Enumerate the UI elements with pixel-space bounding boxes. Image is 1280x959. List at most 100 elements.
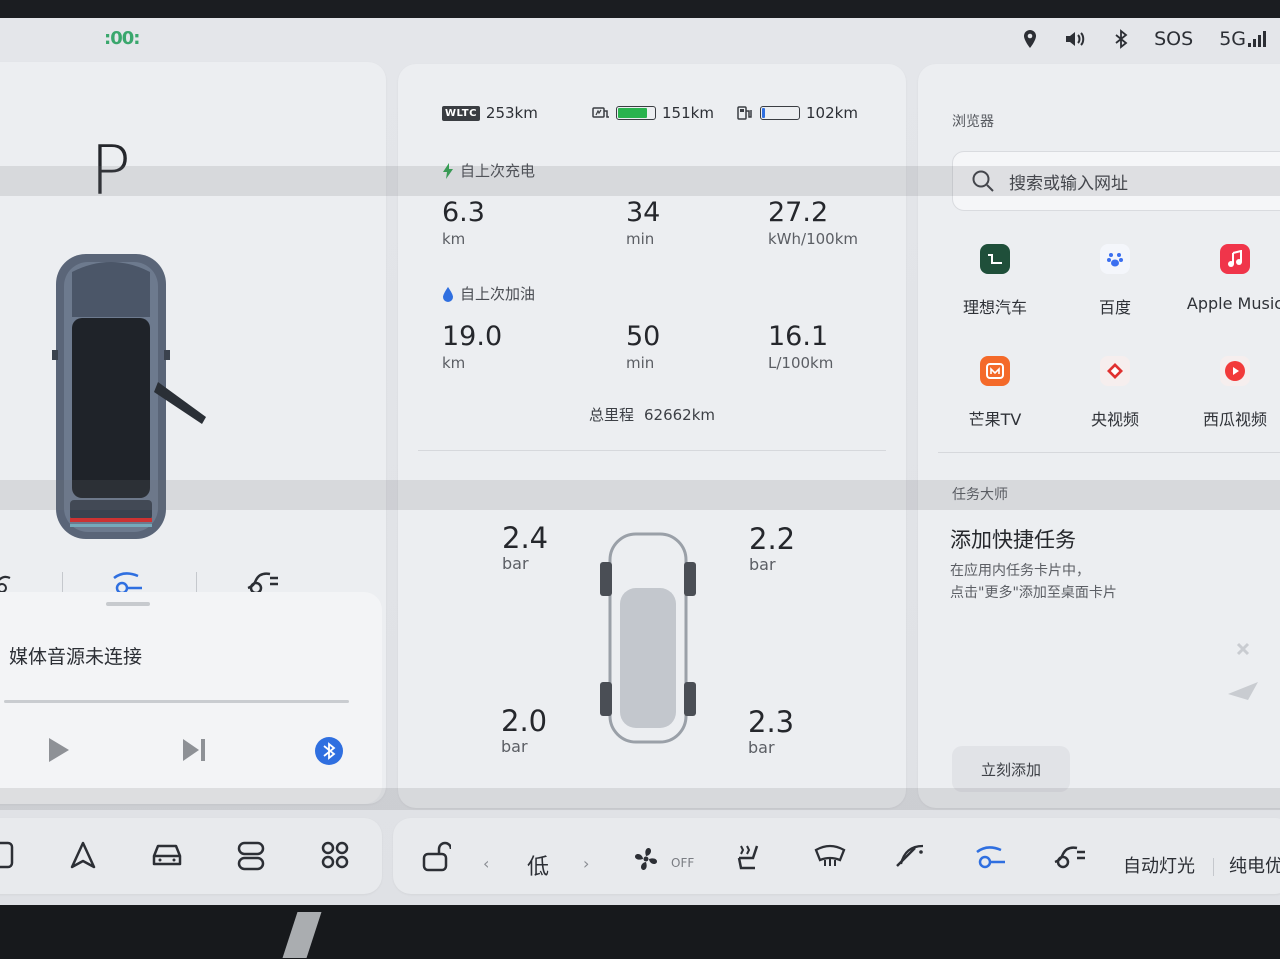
odometer-value: 62662km — [644, 406, 716, 424]
signal-icon — [1248, 31, 1266, 47]
tyre-rear-left-unit: bar — [501, 737, 528, 756]
li-auto-icon — [980, 244, 1010, 274]
refuel-distance-value: 19.0 — [442, 321, 503, 352]
defrost-front-icon[interactable] — [813, 840, 847, 874]
charge-consumption: 27.2 kWh/100km — [768, 197, 858, 249]
app-label: 百度 — [1098, 298, 1131, 317]
lightning-icon — [443, 162, 453, 179]
unlock-icon[interactable] — [421, 840, 453, 876]
drag-handle[interactable] — [106, 602, 150, 606]
vehicle-top-view — [46, 242, 226, 556]
volume-icon[interactable] — [1064, 30, 1088, 48]
refuel-time-value: 50 — [626, 321, 661, 352]
seat-heat-icon[interactable] — [733, 840, 765, 876]
fan-increase-icon[interactable]: › — [583, 854, 589, 873]
navigation-icon[interactable] — [68, 840, 98, 874]
app-baidu[interactable]: 百度 — [1060, 244, 1170, 318]
app-label: 西瓜视频 — [1202, 410, 1267, 429]
charge-time-value: 34 — [626, 197, 661, 228]
tyre-rear-right-unit: bar — [748, 738, 775, 757]
wiper-icon[interactable] — [893, 840, 925, 874]
fan-icon[interactable] — [631, 844, 665, 878]
baidu-icon — [1100, 244, 1130, 274]
app-label: Apple Music — [1186, 294, 1280, 313]
media-progress-bar[interactable] — [4, 700, 349, 703]
refuel-distance: 19.0 km — [442, 321, 503, 373]
search-input[interactable]: 搜索或输入网址 — [1009, 169, 1128, 194]
play-icon[interactable] — [46, 736, 72, 768]
refuel-distance-unit: km — [442, 354, 466, 372]
search-icon — [971, 169, 995, 197]
fan-level: 低 — [527, 855, 550, 880]
task-heading: 添加快捷任务 — [950, 528, 1076, 552]
location-pin-icon[interactable] — [1022, 29, 1038, 49]
screen-bezel — [0, 905, 1280, 959]
tyre-rear-left-value: 2.0 — [501, 704, 548, 738]
auto-light-button[interactable]: 自动灯光 — [1123, 852, 1195, 878]
ev-priority-button[interactable]: 纯电优 — [1229, 852, 1280, 878]
gear-indicator: P — [90, 132, 132, 211]
media-status: 媒体音源未连接 — [9, 646, 143, 668]
tyre-rear-right-value: 2.3 — [748, 705, 795, 739]
energy-card: WLTC 253km 151km 102km 自上次充电 6.3 km 34 m… — [398, 64, 906, 808]
fan-decrease-icon[interactable]: ‹ — [483, 854, 489, 873]
task-desc-line: 在应用内任务卡片中， — [950, 563, 1090, 579]
tyre-front-left: 2.4 bar — [502, 522, 548, 573]
switch-icon[interactable] — [236, 840, 266, 876]
app-cctv-video[interactable]: 央视频 — [1060, 356, 1170, 430]
charge-distance: 6.3 km — [442, 198, 485, 249]
search-bar[interactable]: 搜索或输入网址 — [952, 151, 1280, 211]
battery-fill — [618, 108, 647, 118]
fuel-range: 102km — [736, 104, 858, 122]
range-row: WLTC 253km 151km 102km — [442, 104, 882, 130]
task-master-title: 任务大师 — [952, 487, 1008, 503]
energy-mode-icon[interactable]: :00: — [104, 28, 140, 49]
add-now-button[interactable]: 立刻添加 — [952, 746, 1070, 792]
ride-mode-dock-icon[interactable] — [973, 840, 1009, 876]
next-track-icon[interactable] — [180, 736, 208, 768]
bluetooth-source-icon[interactable] — [314, 736, 344, 770]
charge-consumption-value: 27.2 — [768, 197, 829, 228]
network-label: 5G — [1219, 28, 1246, 50]
dock-left — [0, 818, 382, 894]
refuel-time-unit: min — [626, 354, 655, 372]
car-icon[interactable] — [150, 840, 184, 874]
wltc-range: WLTC 253km — [442, 104, 538, 122]
app-mango-tv[interactable]: 芒果TV — [940, 356, 1050, 430]
car-screen: :00: SOS 5G P 媒体音源未连接 WLTC 253km 151km 1… — [0, 18, 1280, 908]
fuel-fill — [762, 108, 766, 118]
wltc-badge: WLTC — [442, 105, 480, 121]
dock-divider — [1213, 858, 1214, 876]
bluetooth-icon[interactable] — [1114, 29, 1128, 49]
sos-button[interactable]: SOS — [1154, 28, 1193, 50]
since-charge-label: 自上次充电 — [460, 162, 536, 180]
driving-mode-dock-icon[interactable] — [1051, 840, 1091, 874]
tyre-front-left-unit: bar — [502, 554, 529, 573]
refuel-consumption-value: 16.1 — [768, 321, 829, 352]
media-player: 媒体音源未连接 — [0, 592, 382, 804]
odometer: 总里程 62662km — [398, 404, 906, 425]
since-charge-title: 自上次充电 — [442, 160, 535, 181]
app-label: 理想汽车 — [962, 298, 1027, 317]
charge-time: 34 min — [626, 197, 661, 249]
tyre-front-right: 2.2 bar — [749, 523, 795, 574]
wltc-range-value: 253km — [485, 104, 538, 122]
mango-tv-icon — [980, 356, 1010, 386]
tyre-rear-right: 2.3 bar — [748, 706, 794, 757]
electric-range: 151km — [592, 104, 714, 122]
dock-right: ‹ 低 › OFF 自动灯光 纯电优 — [393, 818, 1280, 894]
battery-level-bar — [616, 106, 656, 120]
app-apple-music[interactable]: Apple Music — [1180, 244, 1280, 313]
browser-title: 浏览器 — [952, 114, 994, 130]
task-description: 在应用内任务卡片中， 点击"更多"添加至桌面卡片 — [950, 560, 1170, 604]
apps-grid-icon[interactable] — [320, 840, 350, 874]
electric-range-value: 151km — [662, 104, 714, 122]
network-indicator: 5G — [1219, 28, 1266, 50]
task-desc-line: 点击"更多"添加至桌面卡片 — [950, 585, 1117, 601]
app-li-auto[interactable]: 理想汽车 — [940, 244, 1050, 318]
screen-icon[interactable] — [0, 840, 14, 874]
since-refuel-label: 自上次加油 — [460, 285, 536, 303]
charge-distance-unit: km — [442, 230, 466, 248]
app-xigua-video[interactable]: 西瓜视频 — [1180, 356, 1280, 430]
fuel-pump-icon — [737, 106, 752, 120]
